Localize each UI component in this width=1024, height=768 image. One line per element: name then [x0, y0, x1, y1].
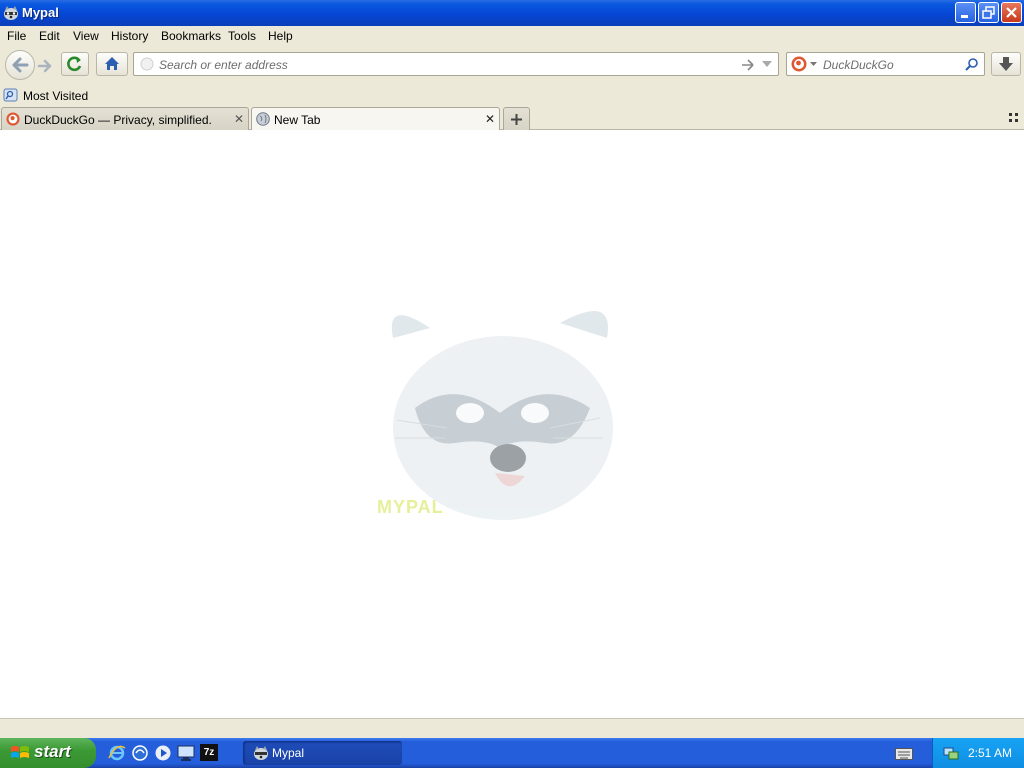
forward-button[interactable]: [36, 57, 54, 75]
ie-icon[interactable]: [108, 744, 126, 762]
menu-tools[interactable]: Tools: [228, 29, 256, 43]
close-tab-icon[interactable]: ✕: [234, 112, 244, 126]
7zip-icon[interactable]: 7z: [200, 744, 218, 761]
menu-edit[interactable]: Edit: [39, 29, 60, 43]
menu-view[interactable]: View: [73, 29, 99, 43]
tab-label: New Tab: [274, 113, 321, 127]
taskbar: start 7z Mypal 2:51 AM: [0, 738, 1024, 768]
tab-label: DuckDuckGo — Privacy, simplified.: [24, 113, 212, 127]
restore-button[interactable]: [978, 2, 999, 23]
firefox-icon[interactable]: [131, 744, 149, 762]
close-tab-icon[interactable]: ✕: [485, 112, 495, 126]
menu-bookmarks[interactable]: Bookmarks: [161, 29, 221, 43]
windows-flag-icon: [11, 746, 29, 758]
bookmarks-toolbar: Most Visited: [0, 84, 1024, 106]
mypal-raccoon-logo: [391, 311, 613, 520]
window-title: Mypal: [22, 5, 59, 20]
page-content: MYPAL: [0, 130, 1024, 718]
bookmark-folder-icon: [3, 88, 18, 102]
go-arrow-icon[interactable]: [741, 58, 755, 72]
close-icon: [1006, 7, 1017, 18]
keyboard-icon[interactable]: [895, 748, 913, 760]
tab-new-tab[interactable]: New Tab ✕: [251, 107, 500, 131]
system-tray: 2:51 AM: [932, 738, 1024, 768]
menu-history[interactable]: History: [111, 29, 148, 43]
network-icon[interactable]: [943, 745, 959, 761]
raccoon-icon: [254, 746, 268, 760]
mypal-logo-text: MYPAL: [377, 497, 444, 517]
new-tab-button[interactable]: [503, 107, 530, 130]
search-icon[interactable]: [965, 57, 979, 71]
download-arrow-icon: [999, 57, 1013, 71]
back-button[interactable]: [5, 50, 35, 80]
close-button[interactable]: [1001, 2, 1022, 23]
navigation-toolbar: Search or enter address DuckDuckGo: [0, 48, 1024, 84]
menubar: File Edit View History Bookmarks Tools H…: [0, 26, 1024, 48]
media-player-icon[interactable]: [154, 744, 172, 762]
bookmark-label: Most Visited: [23, 89, 89, 103]
chevron-down-icon: [810, 62, 817, 66]
reload-icon: [67, 56, 82, 72]
menu-help[interactable]: Help: [268, 29, 293, 43]
clock[interactable]: 2:51 AM: [968, 746, 1012, 760]
page-identity-icon: [140, 57, 154, 71]
search-placeholder: DuckDuckGo: [823, 58, 894, 72]
address-bar[interactable]: Search or enter address: [133, 52, 779, 76]
search-bar[interactable]: DuckDuckGo: [786, 52, 985, 76]
home-button[interactable]: [96, 52, 128, 76]
dropdown-arrow-icon[interactable]: [762, 61, 772, 68]
minimize-icon: [961, 15, 968, 18]
downloads-button[interactable]: [991, 52, 1021, 76]
tab-grid-icon[interactable]: [1009, 113, 1019, 123]
bookmark-most-visited[interactable]: Most Visited: [3, 86, 93, 104]
address-placeholder: Search or enter address: [159, 58, 288, 72]
duckduckgo-icon: [6, 112, 20, 126]
taskbar-window-label: Mypal: [272, 746, 305, 760]
forward-arrow-icon: [37, 59, 52, 73]
taskbar-window-mypal[interactable]: Mypal: [243, 741, 402, 765]
plus-icon: [511, 114, 522, 125]
reload-button[interactable]: [61, 52, 89, 76]
duckduckgo-icon[interactable]: [791, 56, 807, 72]
status-bar: [0, 718, 1024, 738]
tab-strip: DuckDuckGo — Privacy, simplified. ✕ New …: [0, 106, 1024, 131]
desktop-icon[interactable]: [177, 744, 195, 762]
window-titlebar[interactable]: Mypal: [0, 0, 1024, 26]
minimize-button[interactable]: [955, 2, 976, 23]
tab-duckduckgo[interactable]: DuckDuckGo — Privacy, simplified. ✕: [1, 107, 249, 130]
restore-icon: [982, 6, 995, 19]
globe-icon: [256, 112, 270, 126]
raccoon-icon: [4, 6, 18, 20]
start-button[interactable]: start: [0, 738, 96, 768]
back-arrow-icon: [12, 57, 29, 73]
start-label: start: [34, 742, 71, 761]
menu-file[interactable]: File: [7, 29, 26, 43]
home-icon: [105, 57, 119, 70]
